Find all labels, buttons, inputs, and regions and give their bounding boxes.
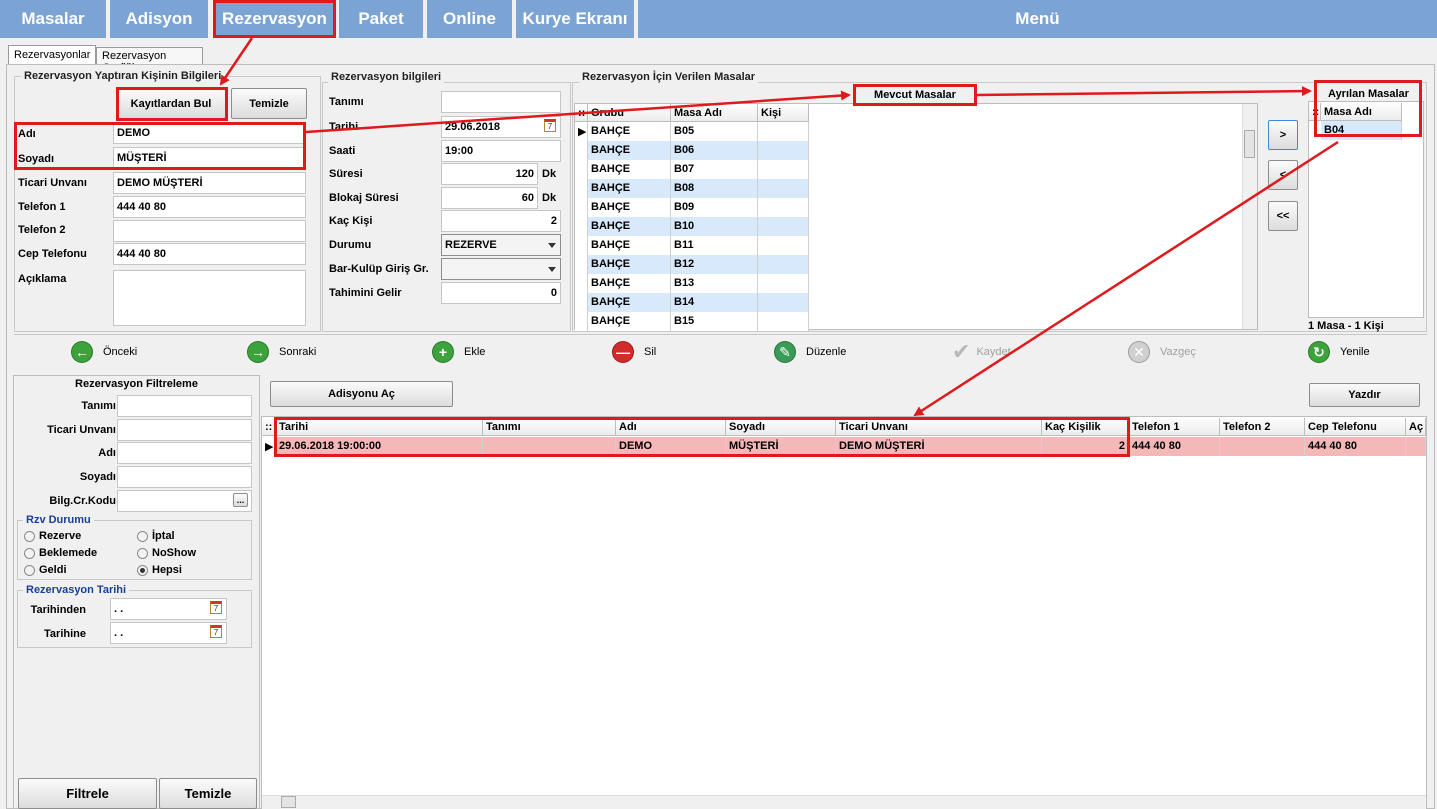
- arrow-name-to-mevcut: [305, 90, 851, 134]
- arrow-nav-to-find: [219, 37, 254, 86]
- arrow-ayrilan-to-row: [913, 140, 1339, 417]
- arrow-mevcut-to-ayrilan: [976, 86, 1312, 97]
- annotation-arrows: [219, 37, 1339, 417]
